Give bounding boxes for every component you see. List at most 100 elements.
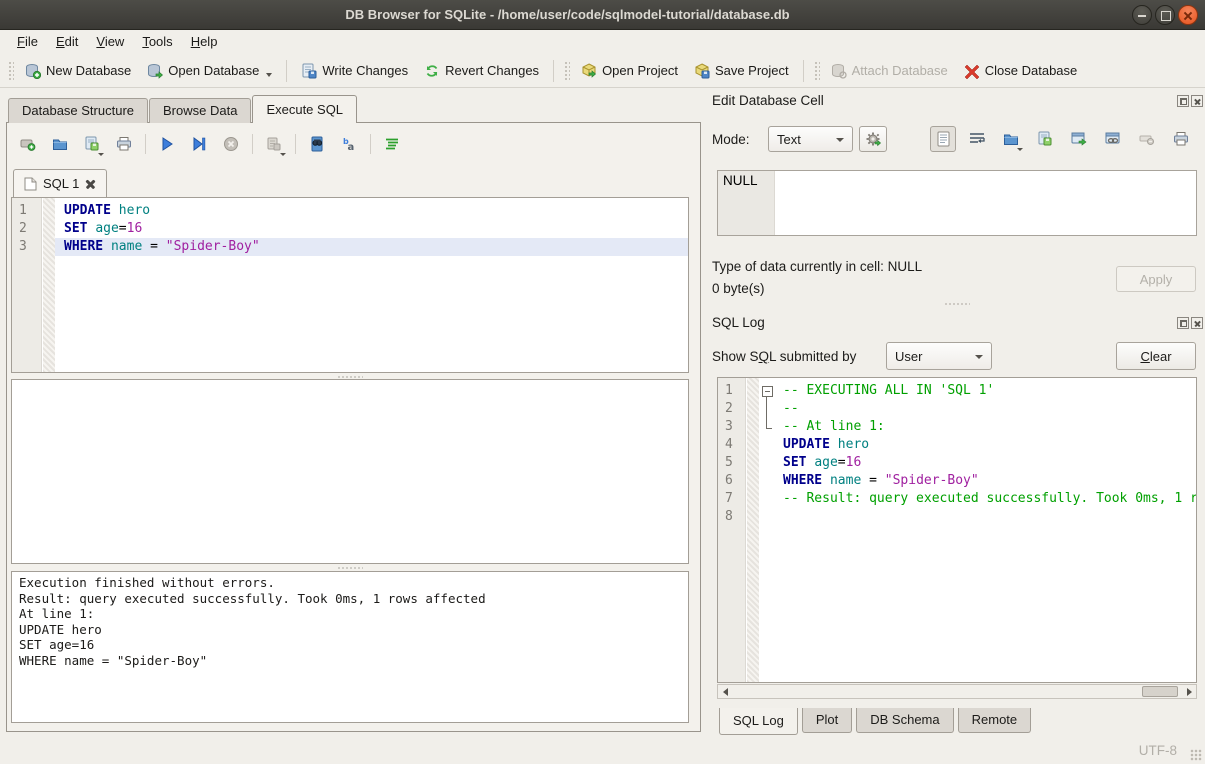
titlebar[interactable]: DB Browser for SQLite - /home/user/code/… bbox=[0, 0, 1205, 30]
sql-document-icon bbox=[24, 177, 37, 191]
menu-file[interactable]: File bbox=[8, 30, 47, 54]
set-null-button bbox=[1134, 126, 1160, 152]
menu-tools[interactable]: Tools bbox=[133, 30, 181, 54]
tab-remote[interactable]: Remote bbox=[958, 708, 1032, 733]
minimize-button[interactable] bbox=[1132, 5, 1152, 25]
cell-size-label: 0 byte(s) bbox=[712, 281, 765, 296]
scrollbar-track[interactable] bbox=[732, 685, 1182, 698]
write-changes-button[interactable]: Write Changes bbox=[293, 59, 416, 83]
close-database-button[interactable]: Close Database bbox=[956, 59, 1086, 83]
completion-icon: ba bbox=[341, 136, 357, 152]
new-database-label: New Database bbox=[46, 63, 131, 78]
db-browser-window: DB Browser for SQLite - /home/user/code/… bbox=[0, 0, 1205, 764]
auto-apply-button[interactable] bbox=[859, 126, 887, 152]
play-to-line-icon bbox=[191, 136, 207, 152]
clear-log-button-label: Clear bbox=[1140, 349, 1171, 364]
import-dropdown-icon[interactable] bbox=[1017, 148, 1023, 151]
save-sql-file-button[interactable] bbox=[79, 131, 105, 157]
maximize-button[interactable] bbox=[1155, 5, 1175, 25]
tab-sql-log[interactable]: SQL Log bbox=[719, 708, 798, 735]
window-controls bbox=[1132, 5, 1198, 25]
sql-log-dock-title: SQL Log bbox=[712, 315, 765, 330]
close-dock-icon[interactable] bbox=[1191, 317, 1203, 329]
float-dock-icon[interactable] bbox=[1177, 95, 1189, 107]
print-sql-button[interactable] bbox=[111, 131, 137, 157]
format-icon bbox=[384, 136, 400, 152]
new-database-icon bbox=[25, 63, 41, 79]
sql-log-view[interactable]: 1-- EXECUTING ALL IN 'SQL 1'2--3-- At li… bbox=[717, 377, 1197, 683]
export-data-button[interactable] bbox=[1032, 126, 1058, 152]
attach-database-icon bbox=[831, 63, 847, 79]
save-sql-dropdown-icon[interactable] bbox=[98, 153, 104, 156]
toolbar-grip[interactable] bbox=[563, 60, 570, 82]
auto-completion-button[interactable]: ba bbox=[336, 131, 362, 157]
clear-log-button[interactable]: Clear bbox=[1116, 342, 1196, 370]
toolbar-grip[interactable] bbox=[7, 60, 14, 82]
text-mode-toggle[interactable] bbox=[930, 126, 956, 152]
write-changes-icon bbox=[301, 63, 317, 79]
open-database-icon bbox=[147, 63, 163, 79]
edit-cell-dock-title: Edit Database Cell bbox=[712, 93, 824, 108]
open-sql-new-tab-button[interactable] bbox=[15, 131, 41, 157]
mode-combobox[interactable]: Text bbox=[768, 126, 853, 152]
results-pane[interactable] bbox=[11, 379, 689, 564]
copy-url-button[interactable] bbox=[1100, 126, 1126, 152]
print-cell-button[interactable] bbox=[1168, 126, 1194, 152]
close-sql-tab-icon[interactable] bbox=[85, 178, 96, 189]
open-external-button[interactable] bbox=[1066, 126, 1092, 152]
resize-grip[interactable] bbox=[1190, 749, 1202, 761]
toolbar-separator bbox=[295, 134, 296, 154]
open-file-icon bbox=[52, 136, 68, 152]
word-wrap-icon bbox=[969, 131, 985, 147]
import-data-button[interactable] bbox=[998, 126, 1024, 152]
execute-all-button[interactable] bbox=[154, 131, 180, 157]
svg-text:a: a bbox=[348, 142, 355, 152]
sql-log-hscrollbar[interactable] bbox=[717, 684, 1197, 699]
stop-execution-button bbox=[218, 131, 244, 157]
save-project-button[interactable]: Save Project bbox=[686, 59, 797, 83]
apply-button: Apply bbox=[1116, 266, 1196, 292]
close-database-icon bbox=[964, 63, 980, 79]
sql-editor[interactable]: 1UPDATE hero2SET age=163WHERE name = "Sp… bbox=[11, 197, 689, 373]
find-replace-button[interactable] bbox=[304, 131, 330, 157]
open-database-dropdown-icon[interactable] bbox=[266, 73, 272, 77]
main-tab-bar: Database Structure Browse Data Execute S… bbox=[8, 95, 358, 123]
scroll-left-icon[interactable] bbox=[718, 685, 732, 698]
main-toolbar: New Database Open Database Write Changes… bbox=[0, 54, 1205, 88]
tab-database-structure[interactable]: Database Structure bbox=[8, 98, 148, 123]
close-dock-icon[interactable] bbox=[1191, 95, 1203, 107]
format-sql-button[interactable] bbox=[379, 131, 405, 157]
execute-sql-panel: ba SQL 1 1UPDATE hero2SET age=163WHERE n… bbox=[6, 122, 701, 732]
tab-db-schema[interactable]: DB Schema bbox=[856, 708, 953, 733]
scrollbar-thumb[interactable] bbox=[1142, 686, 1178, 697]
execute-current-line-button[interactable] bbox=[186, 131, 212, 157]
tab-browse-data[interactable]: Browse Data bbox=[149, 98, 251, 123]
float-dock-icon[interactable] bbox=[1177, 317, 1189, 329]
menu-view[interactable]: View bbox=[87, 30, 133, 54]
cell-value-editor[interactable]: NULL bbox=[717, 170, 1197, 236]
revert-changes-button[interactable]: Revert Changes bbox=[416, 59, 547, 83]
menu-help[interactable]: Help bbox=[182, 30, 227, 54]
new-database-button[interactable]: New Database bbox=[17, 59, 139, 83]
menu-edit[interactable]: Edit bbox=[47, 30, 87, 54]
mode-combobox-value: Text bbox=[777, 132, 801, 147]
sql-log-dock-buttons bbox=[1177, 317, 1203, 329]
import-file-icon bbox=[1003, 131, 1019, 147]
sql-log-filter-value: User bbox=[895, 349, 922, 364]
set-null-icon bbox=[1139, 131, 1155, 147]
word-wrap-button[interactable] bbox=[964, 126, 990, 152]
open-project-button[interactable]: Open Project bbox=[573, 59, 686, 83]
dock-splitter[interactable] bbox=[717, 301, 1197, 307]
tab-plot[interactable]: Plot bbox=[802, 708, 852, 733]
execution-message-pane[interactable]: Execution finished without errors. Resul… bbox=[11, 571, 689, 723]
scroll-right-icon[interactable] bbox=[1182, 685, 1196, 698]
sql-file-tab[interactable]: SQL 1 bbox=[13, 169, 107, 197]
toolbar-grip[interactable] bbox=[813, 60, 820, 82]
sql-log-filter-combobox[interactable]: User bbox=[886, 342, 992, 370]
close-window-button[interactable] bbox=[1178, 5, 1198, 25]
open-sql-file-button[interactable] bbox=[47, 131, 73, 157]
cell-type-label: Type of data currently in cell: NULL bbox=[712, 259, 922, 274]
tab-execute-sql[interactable]: Execute SQL bbox=[252, 95, 357, 123]
attach-database-button: Attach Database bbox=[823, 59, 956, 83]
open-database-button[interactable]: Open Database bbox=[139, 59, 280, 83]
